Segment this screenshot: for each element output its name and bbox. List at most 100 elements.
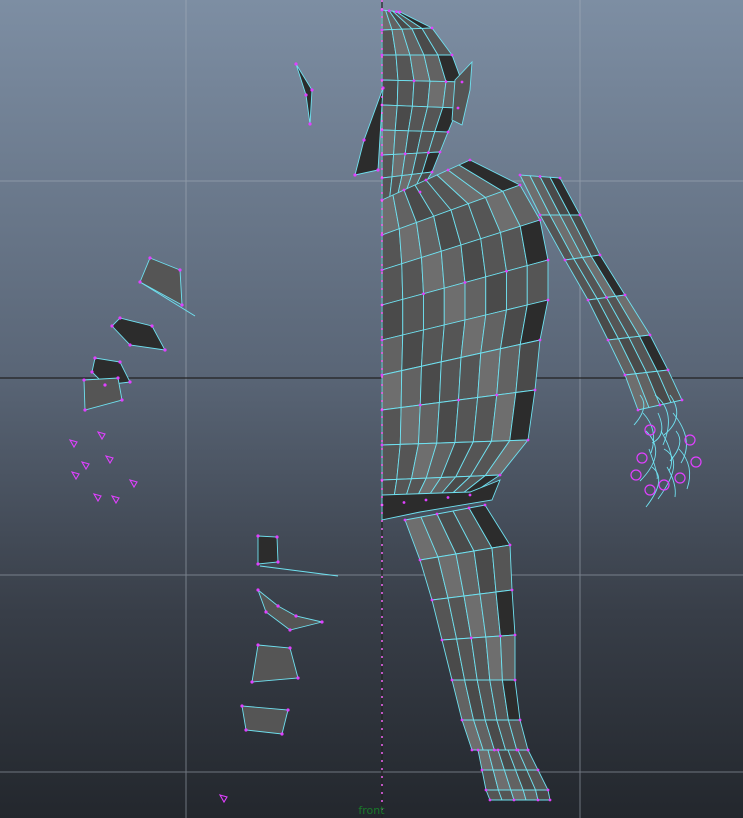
torso-face <box>381 370 403 411</box>
vertex <box>380 28 384 32</box>
vertex <box>456 106 460 110</box>
vertex <box>380 233 384 237</box>
head-face <box>396 79 415 107</box>
vertex <box>116 376 120 380</box>
vertex <box>512 798 516 802</box>
maya-front-viewport[interactable]: front <box>0 0 743 818</box>
vertex <box>296 676 300 680</box>
vertex <box>90 370 94 374</box>
vertex <box>380 53 384 57</box>
torso-face <box>458 352 482 401</box>
torso-face <box>402 293 424 336</box>
finger-tip <box>674 472 686 484</box>
vertex <box>518 183 522 187</box>
vertex <box>446 496 450 499</box>
vertex <box>256 562 260 566</box>
vertex <box>422 292 425 296</box>
hand-wire <box>657 448 675 500</box>
fragment <box>80 461 90 471</box>
torso-face <box>381 263 404 306</box>
vertex <box>250 680 254 684</box>
fragment <box>218 794 228 804</box>
vertex <box>424 178 428 182</box>
vertex <box>150 324 154 328</box>
vertex <box>412 79 416 83</box>
torso-face <box>438 356 462 404</box>
detached-faces[interactable] <box>68 63 384 804</box>
vertex <box>623 373 627 377</box>
fragment <box>110 495 120 505</box>
finger-tip <box>644 424 656 436</box>
viewport-scene[interactable] <box>0 0 743 818</box>
vertex <box>658 403 662 407</box>
vertex <box>480 768 484 772</box>
vertex <box>468 158 472 162</box>
vertex <box>380 153 384 157</box>
vertex <box>240 704 244 708</box>
vertex <box>516 748 520 752</box>
vertex <box>435 512 439 516</box>
character-mesh[interactable] <box>381 9 683 801</box>
vertex <box>280 732 284 736</box>
vertex <box>103 383 107 387</box>
vertex <box>380 443 384 447</box>
vertex <box>398 10 402 14</box>
fragment <box>68 439 78 449</box>
vertex <box>538 213 542 217</box>
vertex <box>450 678 454 682</box>
vertex <box>513 678 517 682</box>
vertex <box>403 518 407 522</box>
vertex <box>586 298 590 302</box>
vertex <box>256 588 260 592</box>
leg-face <box>499 634 516 681</box>
vertex <box>648 333 652 337</box>
vertex <box>488 798 492 802</box>
vertex <box>82 378 86 382</box>
vertex <box>308 122 312 126</box>
vertex <box>264 610 268 614</box>
head-face <box>381 129 396 156</box>
vertex <box>320 620 324 624</box>
vertex <box>536 798 540 802</box>
detached-face-5 <box>83 377 123 411</box>
vertex <box>120 398 124 402</box>
hand-wire <box>645 466 660 508</box>
vertex <box>536 768 540 772</box>
torso-face <box>464 276 487 321</box>
vertex <box>533 388 537 392</box>
vertex <box>680 398 684 402</box>
torso-face <box>515 339 541 394</box>
torso-face <box>381 334 404 376</box>
vertex <box>424 498 428 502</box>
vertex <box>387 9 391 13</box>
torso-face <box>399 404 421 445</box>
vertex <box>148 256 152 260</box>
vertex <box>138 280 142 284</box>
fragment <box>104 455 114 465</box>
torso-face <box>423 287 445 331</box>
hand-mesh[interactable] <box>630 394 702 508</box>
torso-face <box>506 265 528 311</box>
finger-tip <box>630 469 642 481</box>
vertex <box>450 53 454 57</box>
fragment <box>70 471 80 481</box>
torso-face <box>381 298 404 341</box>
vertex <box>623 293 627 297</box>
vertex <box>578 213 582 217</box>
vertex <box>256 534 260 538</box>
vertex <box>469 636 473 640</box>
vertex <box>457 398 460 402</box>
vertex <box>418 403 422 407</box>
vertex <box>505 269 508 273</box>
vertex <box>178 268 182 272</box>
detached-face-2 <box>139 257 183 306</box>
vertex <box>546 298 550 302</box>
fragment <box>96 431 106 441</box>
vertex <box>276 604 280 608</box>
vertex <box>538 218 542 222</box>
vertex <box>546 258 550 262</box>
vertex <box>288 628 292 632</box>
finger-tip <box>690 456 702 468</box>
vertex <box>546 788 550 792</box>
finger-tip <box>644 484 656 496</box>
